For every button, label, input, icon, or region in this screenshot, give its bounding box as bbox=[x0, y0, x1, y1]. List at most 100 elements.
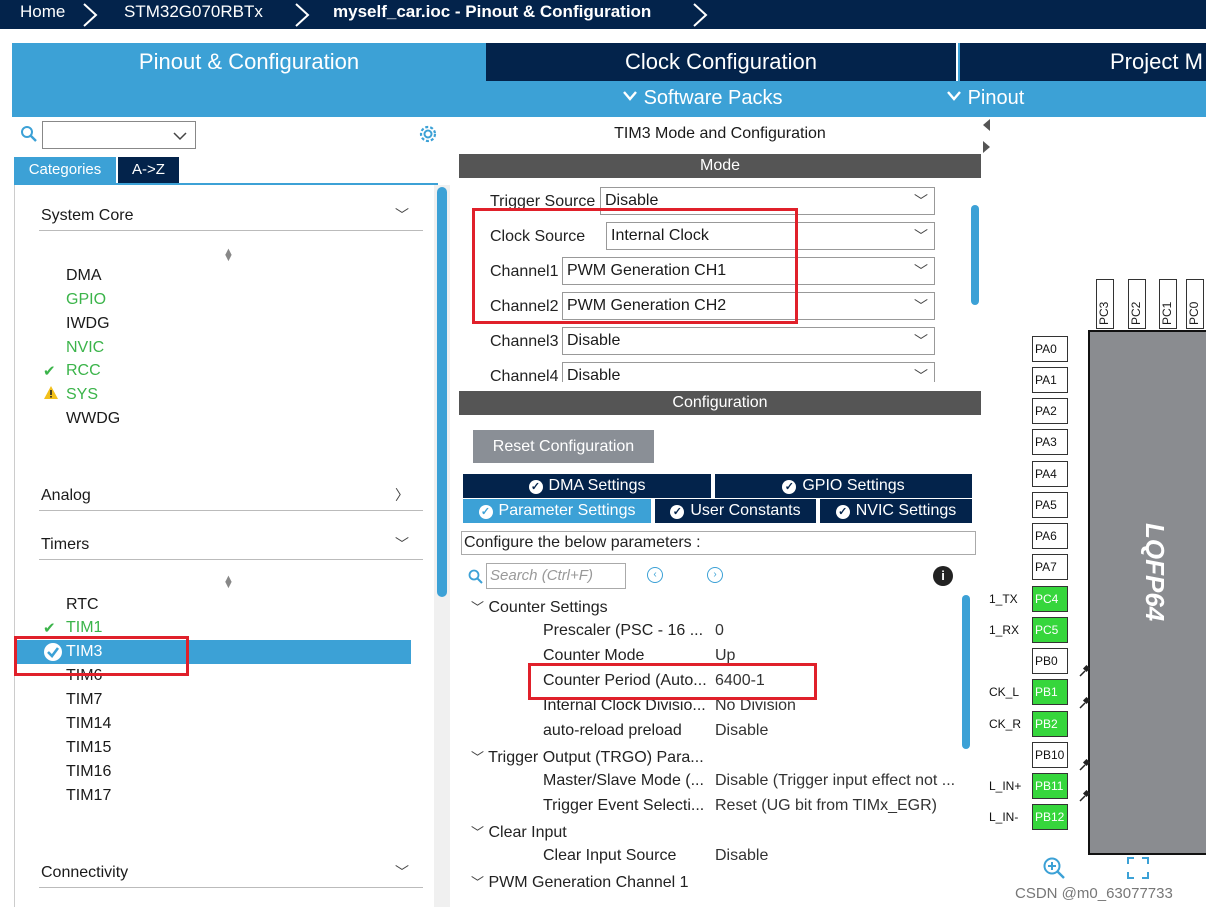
pin-pb10[interactable]: PB10 bbox=[1032, 742, 1068, 768]
pin-pb11[interactable]: PB11 bbox=[1032, 773, 1068, 799]
item-tim15[interactable]: TIM15 bbox=[66, 739, 111, 757]
parameter-scrollbar-thumb[interactable] bbox=[962, 595, 970, 749]
channel4-value: Disable bbox=[567, 367, 621, 382]
mode-section-header[interactable]: Mode bbox=[459, 154, 981, 178]
pin-pc2[interactable]: PC2 bbox=[1128, 279, 1146, 329]
item-tim16[interactable]: TIM16 bbox=[66, 763, 111, 781]
collapse-handle-icon[interactable] bbox=[981, 117, 991, 157]
pin-pa2[interactable]: PA2 bbox=[1032, 398, 1068, 424]
tab-clock-configuration[interactable]: Clock Configuration bbox=[486, 43, 958, 81]
parameter-search-input[interactable]: Search (Ctrl+F) bbox=[486, 563, 626, 589]
channel4-select[interactable]: Disable ﹀ bbox=[562, 362, 935, 382]
pin-pa5[interactable]: PA5 bbox=[1032, 492, 1068, 518]
pin-pb1[interactable]: PB1 bbox=[1032, 679, 1068, 705]
pin-pa4[interactable]: PA4 bbox=[1032, 461, 1068, 487]
zoom-in-icon[interactable] bbox=[1042, 856, 1066, 880]
prescaler-value[interactable]: 0 bbox=[715, 622, 724, 640]
categories-panel: Categories A->Z System Core ﹀ ▲ ▼ DMA GPI… bbox=[12, 117, 450, 907]
pin-label: PC0 bbox=[1187, 301, 1201, 325]
breadcrumb-home[interactable]: Home bbox=[20, 1, 65, 23]
pwm-channel1-node[interactable]: ﹀ PWM Generation Channel 1 bbox=[471, 872, 689, 892]
pin-pa7[interactable]: PA7 bbox=[1032, 554, 1068, 580]
auto-reload-value[interactable]: Disable bbox=[715, 722, 768, 740]
pin-pa3[interactable]: PA3 bbox=[1032, 429, 1068, 455]
item-tim7[interactable]: TIM7 bbox=[66, 691, 102, 709]
tab-gpio-settings[interactable]: ✓ GPIO Settings bbox=[715, 474, 972, 498]
pin-pb0[interactable]: PB0 bbox=[1032, 648, 1068, 674]
counter-settings-node[interactable]: ﹀ Counter Settings bbox=[471, 597, 608, 617]
pin-pa0[interactable]: PA0 bbox=[1032, 336, 1068, 362]
sort-icon[interactable]: ▲ ▼ bbox=[223, 573, 234, 597]
breadcrumb-device[interactable]: STM32G070RBTx bbox=[124, 1, 263, 23]
pin-pb12[interactable]: PB12 bbox=[1032, 804, 1068, 830]
clear-input-source-value[interactable]: Disable bbox=[715, 847, 768, 865]
chevron-down-icon[interactable]: ﹀ bbox=[395, 862, 409, 882]
tab-parameter-settings[interactable]: ✓ Parameter Settings bbox=[463, 499, 653, 523]
pin-pc5[interactable]: PC5 bbox=[1032, 617, 1068, 643]
chevron-down-icon[interactable]: ﹀ bbox=[395, 205, 409, 225]
pin-pa1[interactable]: PA1 bbox=[1032, 367, 1068, 393]
fit-to-window-icon[interactable] bbox=[1126, 856, 1150, 880]
group-timers[interactable]: Timers bbox=[41, 536, 89, 554]
previous-match-icon[interactable]: ‹ bbox=[647, 567, 663, 583]
trgo-node[interactable]: ﹀ Trigger Output (TRGO) Para... bbox=[471, 747, 704, 767]
divider bbox=[39, 887, 423, 888]
pin-pc0[interactable]: PC0 bbox=[1186, 279, 1204, 329]
item-rtc[interactable]: RTC bbox=[66, 596, 99, 614]
item-dma[interactable]: DMA bbox=[66, 267, 102, 285]
pin-pc3[interactable]: PC3 bbox=[1096, 279, 1114, 329]
trigger-event-value[interactable]: Reset (UG bit from TIMx_EGR) bbox=[715, 797, 937, 815]
check-icon: ✔ bbox=[43, 620, 56, 637]
check-circle-icon: ✓ bbox=[478, 505, 493, 519]
trgo-label: Trigger Output (TRGO) Para... bbox=[488, 749, 704, 766]
search-icon[interactable] bbox=[20, 125, 38, 143]
chevron-down-icon[interactable]: ﹀ bbox=[395, 534, 409, 554]
gear-icon[interactable] bbox=[417, 123, 439, 145]
prescaler-key: Prescaler (PSC - 16 ... bbox=[543, 622, 704, 639]
scrollbar-thumb[interactable] bbox=[437, 187, 447, 597]
reset-configuration-button[interactable]: Reset Configuration bbox=[473, 430, 654, 463]
item-gpio[interactable]: GPIO bbox=[66, 291, 106, 309]
pin-label: PC2 bbox=[1129, 301, 1143, 325]
item-tim17[interactable]: TIM17 bbox=[66, 787, 111, 805]
item-sys[interactable]: SYS bbox=[66, 386, 98, 404]
item-nvic[interactable]: NVIC bbox=[66, 339, 104, 357]
tab-user-constants[interactable]: ✓ User Constants bbox=[655, 499, 818, 523]
tab-dma-settings[interactable]: ✓ DMA Settings bbox=[463, 474, 713, 498]
master-slave-value[interactable]: Disable (Trigger input effect not ... bbox=[715, 772, 955, 790]
group-system-core[interactable]: System Core bbox=[41, 207, 133, 225]
group-connectivity[interactable]: Connectivity bbox=[41, 864, 128, 882]
pin-pb2[interactable]: PB2 bbox=[1032, 711, 1068, 737]
sort-icon[interactable]: ▲ ▼ bbox=[223, 246, 234, 270]
pinout-menu[interactable]: Pinout bbox=[946, 87, 1024, 110]
tab-pinout-configuration[interactable]: Pinout & Configuration bbox=[12, 43, 486, 81]
item-rcc[interactable]: RCC bbox=[66, 362, 101, 380]
item-tim1[interactable]: TIM1 bbox=[66, 619, 102, 637]
tab-categories[interactable]: Categories bbox=[14, 157, 116, 183]
tab-a-to-z[interactable]: A->Z bbox=[118, 157, 179, 183]
item-tim14[interactable]: TIM14 bbox=[66, 715, 111, 733]
next-match-icon[interactable]: › bbox=[707, 567, 723, 583]
pin-pa6[interactable]: PA6 bbox=[1032, 523, 1068, 549]
clear-input-node[interactable]: ﹀ Clear Input bbox=[471, 822, 567, 842]
channel3-select[interactable]: Disable ﹀ bbox=[562, 327, 935, 355]
chevron-right-icon[interactable]: 〉 bbox=[395, 485, 409, 505]
tab-project-manager[interactable]: Project M bbox=[960, 43, 1206, 81]
breadcrumb-file[interactable]: myself_car.ioc - Pinout & Configuration bbox=[333, 1, 651, 23]
stm32cubemx-window: Home STM32G070RBTx myself_car.ioc - Pino… bbox=[0, 0, 1206, 912]
pin-pc1[interactable]: PC1 bbox=[1159, 279, 1177, 329]
mode-scrollbar-thumb[interactable] bbox=[971, 205, 979, 305]
check-circle-icon: ✓ bbox=[670, 505, 685, 519]
clear-input-label: Clear Input bbox=[488, 824, 567, 841]
configuration-section-header[interactable]: Configuration bbox=[459, 391, 981, 415]
chevron-right-icon bbox=[83, 3, 98, 27]
tab-nvic-settings[interactable]: ✓ NVIC Settings bbox=[820, 499, 972, 523]
software-packs-menu[interactable]: Software Packs bbox=[622, 87, 783, 110]
search-input[interactable] bbox=[42, 121, 196, 149]
group-analog[interactable]: Analog bbox=[41, 487, 91, 505]
item-iwdg[interactable]: IWDG bbox=[66, 315, 110, 333]
pin-pc4[interactable]: PC4 bbox=[1032, 586, 1068, 612]
item-wwdg[interactable]: WWDG bbox=[66, 410, 120, 428]
info-icon[interactable]: i bbox=[933, 566, 953, 586]
chevron-down-icon bbox=[947, 91, 961, 101]
